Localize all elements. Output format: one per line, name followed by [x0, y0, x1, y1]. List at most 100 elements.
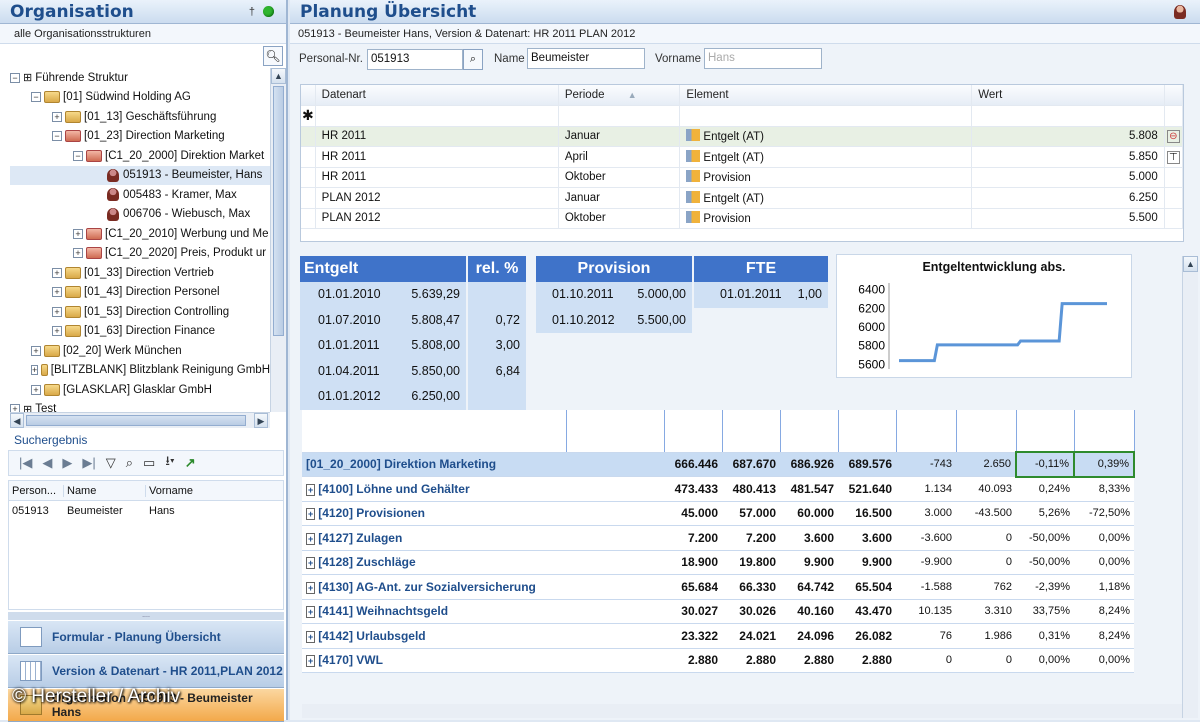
expand-icon[interactable]: + [52, 326, 62, 337]
next-record-icon[interactable]: ▶ [62, 455, 72, 471]
grid-new-row[interactable]: ✱ [301, 105, 1184, 127]
organisation-tree[interactable]: − ⊞ Führende Struktur − [01] Südwind Holding… [10, 68, 270, 412]
expand-icon[interactable]: + [306, 557, 316, 570]
main-horizontal-scrollbar[interactable] [302, 704, 1182, 718]
pk-header-cell[interactable]: PLAN 2012 [838, 410, 897, 453]
tree-node[interactable]: + [01_53] Direction Controlling [10, 302, 270, 322]
tree-node[interactable]: + [C1_20_2020] Preis, Produkt ur [10, 244, 270, 264]
pk-header-cell[interactable]: % HR zu Budget [1016, 410, 1075, 453]
grid-row[interactable]: HR 2011 April Entgelt (AT) 5.850 ⊤ [301, 146, 1184, 168]
tree-node[interactable]: + [02_20] Werk München [10, 341, 270, 361]
find-icon[interactable]: ⌕ [126, 455, 133, 471]
scroll-left-icon[interactable]: ◀ [10, 413, 24, 428]
grid-col-datenart[interactable]: Datenart [315, 85, 559, 106]
expand-icon[interactable]: + [52, 306, 62, 317]
pk-row[interactable]: + [4142] Urlaubsgeld 23.322 24.021 24.096 26.… [302, 623, 1134, 649]
pk-header-cell[interactable]: IST 2010 [664, 410, 723, 453]
collapse-icon[interactable]: − [52, 131, 62, 142]
expand-icon[interactable]: + [306, 508, 316, 521]
tree-node[interactable]: 005483 - Kramer, Max [10, 185, 270, 205]
main-vertical-scrollbar[interactable]: ▲ [1182, 256, 1198, 718]
last-record-icon[interactable]: ▶| [82, 455, 95, 471]
org-structure-selector[interactable]: alle Organisationsstrukturen [0, 24, 286, 44]
expand-icon[interactable]: + [306, 606, 316, 619]
result-col-name[interactable]: Name [64, 484, 146, 497]
personal-nr-search-button[interactable]: ⌕ [463, 49, 483, 70]
expand-icon[interactable]: + [306, 630, 316, 643]
expand-icon[interactable]: + [31, 384, 41, 395]
grid-row[interactable]: PLAN 2012 Oktober Provision 5.500 [301, 208, 1184, 229]
pk-row[interactable]: + [4130] AG-Ant. zur Sozialversicherung 65… [302, 574, 1134, 600]
personal-nr-field[interactable]: 051913 [367, 49, 463, 70]
expand-icon[interactable]: + [52, 287, 62, 298]
user-icon[interactable] [1174, 4, 1186, 19]
tree-node[interactable]: + [GLASKLAR] Glasklar GmbH [10, 380, 270, 400]
comment-icon[interactable]: ▭ [143, 455, 155, 471]
pk-row[interactable]: [01_20_2000] Direktion Marketing 666.446 6… [302, 451, 1135, 478]
nav-formular-button[interactable]: Formular - Planung Übersicht [8, 620, 284, 654]
expand-icon[interactable]: + [73, 248, 83, 259]
h-scroll-thumb[interactable] [26, 415, 246, 426]
tree-node[interactable]: − [01] Südwind Holding AG [10, 88, 270, 108]
expand-icon[interactable]: + [31, 365, 39, 376]
expand-icon[interactable]: + [52, 111, 62, 122]
pk-header-cell[interactable]: % Plan zu HR [1074, 410, 1135, 453]
expand-icon[interactable]: + [306, 581, 316, 594]
prev-record-icon[interactable]: ◀ [42, 455, 52, 471]
grid-row[interactable]: PLAN 2012 Januar Entgelt (AT) 6.250 [301, 187, 1184, 209]
grid-row[interactable]: HR 2011 Oktober Provision 5.000 [301, 167, 1184, 188]
tree-node[interactable]: − [C1_20_2000] Direktion Market [10, 146, 270, 166]
tree-node[interactable]: 006706 - Wiebusch, Max [10, 205, 270, 225]
pin-icon[interactable]: † [249, 6, 255, 18]
tree-horizontal-scrollbar[interactable]: ◀ ▶ [10, 412, 270, 428]
pk-row[interactable]: + [4100] Löhne und Gehälter 473.433 480.413… [302, 476, 1134, 502]
tree-node[interactable]: + [01_13] Geschäftsführung [10, 107, 270, 127]
tree-node[interactable]: + [01_63] Direction Finance [10, 322, 270, 342]
tree-node[interactable]: − [01_23] Direction Marketing [10, 127, 270, 147]
tree-node[interactable]: 051913 - Beumeister, Hans [10, 165, 270, 185]
first-record-icon[interactable]: |◀ [19, 455, 32, 471]
splitter[interactable]: .... [8, 612, 284, 620]
pk-header-cell[interactable]: PLAN 2011 [722, 410, 781, 453]
expand-icon[interactable]: + [306, 655, 316, 668]
pk-row[interactable]: + [4141] Weihnachtsgeld 30.027 30.026 40.160… [302, 599, 1134, 624]
tree-search-button[interactable]: 🔍︎ [263, 46, 283, 66]
expand-icon[interactable]: + [306, 532, 316, 545]
tree-vertical-scrollbar[interactable]: ▲ [270, 68, 286, 412]
delete-row-icon[interactable]: ⊖ [1167, 130, 1180, 144]
main-scroll-up-icon[interactable]: ▲ [1183, 256, 1198, 272]
expand-icon[interactable]: + [31, 345, 41, 356]
filter-icon[interactable]: ▽ [106, 455, 116, 471]
pk-header-cell[interactable]: € Plan zu HR [956, 410, 1017, 453]
collapse-icon[interactable]: − [31, 92, 41, 103]
pin-row-icon[interactable]: ⊤ [1167, 150, 1180, 164]
pk-row[interactable]: + [4120] Provisionen 45.000 57.000 60.000 16.… [302, 501, 1134, 526]
tree-node[interactable]: + [01_33] Direction Vertrieb [10, 263, 270, 283]
grid-col-wert[interactable]: Wert [971, 85, 1165, 106]
pk-row[interactable]: + [4170] VWL 2.880 2.880 2.880 2.880 0 0 0,00% 0,… [302, 648, 1134, 673]
expand-icon[interactable]: + [306, 483, 316, 496]
pk-row[interactable]: + [4127] Zulagen 7.200 7.200 3.600 3.600 -3.60… [302, 525, 1134, 551]
tree-node[interactable]: + [01_43] Direction Personel [10, 283, 270, 303]
scroll-thumb[interactable] [273, 86, 284, 336]
nav-version-button[interactable]: Version & Datenart - HR 2011,PLAN 2012 [8, 654, 284, 688]
export-icon[interactable]: ⭳▾ [165, 452, 174, 474]
grid-col-element[interactable]: Element [679, 85, 973, 106]
collapse-icon[interactable]: − [73, 150, 83, 161]
grid-row[interactable]: HR 2011 Januar Entgelt (AT) 5.808 ⊖ [301, 126, 1184, 147]
tree-node[interactable]: + [C1_20_2010] Werbung und Me [10, 224, 270, 244]
pk-header-cell[interactable]: Personalkosten [302, 410, 567, 453]
grid-col-periode[interactable]: Periode ▲ [558, 85, 681, 106]
pk-header-cell[interactable]: € HR zu Budget [896, 410, 957, 453]
vorname-field[interactable]: Hans [704, 48, 822, 69]
expand-icon[interactable]: + [73, 228, 83, 239]
scroll-up-icon[interactable]: ▲ [271, 68, 286, 84]
result-col-vorname[interactable]: Vorname [146, 485, 226, 497]
result-col-person[interactable]: Person... [9, 484, 64, 497]
tree-node[interactable]: − ⊞ Führende Struktur [10, 68, 270, 88]
tree-node[interactable]: + [BLITZBLANK] Blitzblank Reinigung GmbH [10, 361, 270, 381]
pk-header-cell[interactable]: HR 2011 [780, 410, 839, 453]
name-field[interactable]: Beumeister [527, 48, 645, 69]
expand-icon[interactable]: + [10, 404, 20, 412]
excel-icon[interactable]: ↗ [185, 455, 196, 471]
